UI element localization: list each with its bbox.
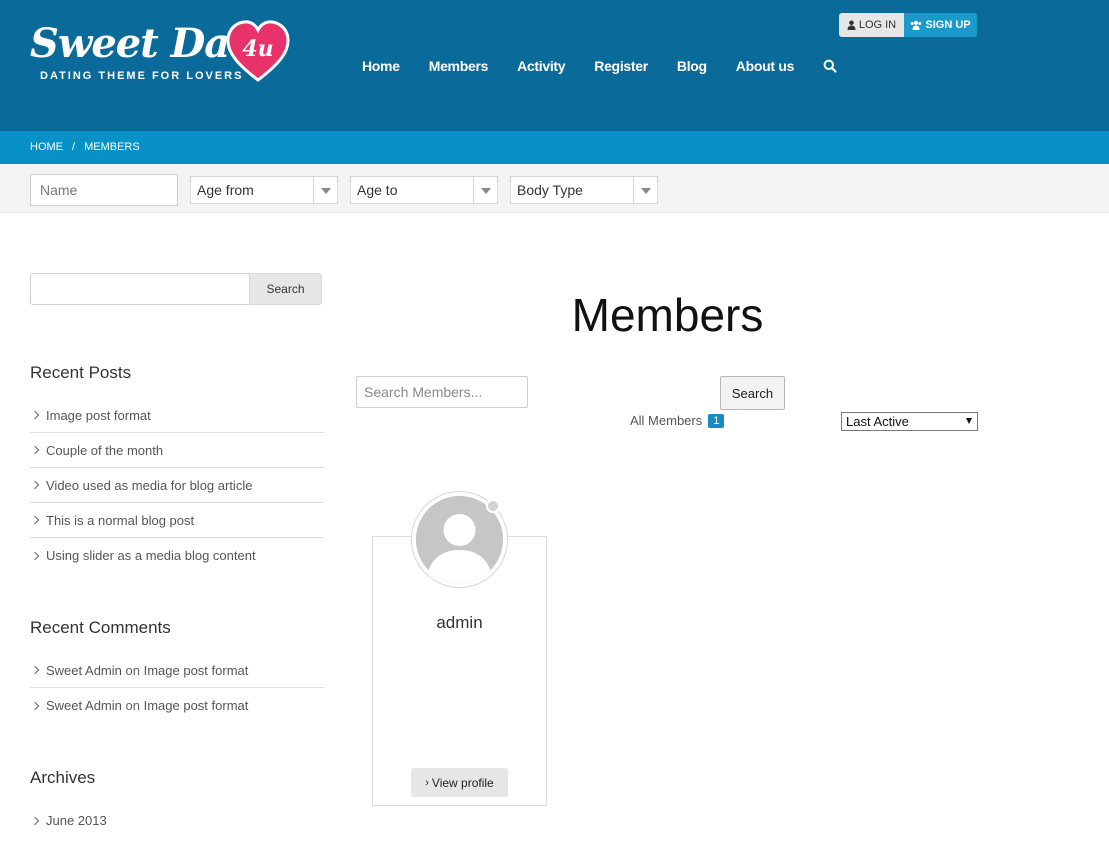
comment-post-link[interactable]: Image post format bbox=[144, 698, 249, 713]
signup-label: SIGN UP bbox=[925, 19, 971, 31]
chevron-right-icon bbox=[30, 701, 40, 710]
list-item[interactable]: Couple of the month bbox=[30, 433, 324, 468]
member-filter-bar: Name Age from Age to Body Type bbox=[0, 164, 1109, 213]
page-title: Members bbox=[571, 289, 764, 341]
recent-posts-title: Recent Posts bbox=[30, 363, 132, 382]
post-link[interactable]: This is a normal blog post bbox=[46, 513, 194, 528]
members-search-input[interactable]: Search Members... bbox=[356, 376, 528, 408]
post-link[interactable]: Couple of the month bbox=[46, 443, 163, 458]
breadcrumb-current: MEMBERS bbox=[84, 141, 140, 153]
list-item[interactable]: This is a normal blog post bbox=[30, 503, 324, 538]
members-search-button[interactable]: Search bbox=[720, 376, 785, 410]
recent-comments-title: Recent Comments bbox=[30, 618, 171, 637]
list-item[interactable]: Image post format bbox=[30, 398, 324, 433]
chevron-right-icon bbox=[30, 445, 40, 455]
member-count-badge: 1 bbox=[708, 413, 725, 428]
list-item: Sweet Admin on Image post format bbox=[30, 688, 324, 723]
nav-register[interactable]: Register bbox=[594, 58, 648, 74]
chevron-down-icon bbox=[633, 177, 657, 203]
list-item[interactable]: Video used as media for blog article bbox=[30, 468, 324, 503]
age-to-label: Age to bbox=[357, 182, 398, 198]
chevron-right-icon bbox=[30, 551, 40, 560]
body-type-select[interactable]: Body Type bbox=[510, 176, 658, 204]
logo-tagline: DATING THEME FOR LOVERS bbox=[40, 70, 244, 82]
chevron-down-icon bbox=[473, 177, 497, 203]
archive-link[interactable]: June 2013 bbox=[46, 813, 107, 828]
breadcrumb-home[interactable]: HOME bbox=[30, 141, 63, 153]
comment-post-link[interactable]: Image post format bbox=[144, 663, 249, 678]
search-icon[interactable] bbox=[823, 59, 837, 73]
list-item[interactable]: Using slider as a media blog content bbox=[30, 538, 324, 573]
chevron-down-icon bbox=[313, 177, 337, 203]
all-members-label: All Members bbox=[630, 413, 703, 428]
chevron-right-icon bbox=[30, 410, 40, 420]
comment-on: on bbox=[125, 662, 140, 678]
chevron-right-icon bbox=[30, 480, 40, 490]
login-button[interactable]: LOG IN bbox=[839, 13, 904, 37]
age-from-select[interactable]: Age from bbox=[190, 176, 338, 204]
comment-author[interactable]: Sweet Admin bbox=[46, 698, 122, 713]
name-filter-input[interactable]: Name bbox=[30, 174, 178, 206]
chevron-right-icon bbox=[30, 816, 40, 825]
view-profile-label: View profile bbox=[431, 775, 494, 790]
recent-comments-list: Sweet Admin on Image post format Sweet A… bbox=[30, 653, 324, 723]
logo-badge-text: 4u bbox=[242, 36, 273, 62]
sidebar-search-input[interactable] bbox=[30, 273, 250, 305]
login-label: LOG IN bbox=[858, 19, 897, 31]
order-by-select[interactable]: Last Active bbox=[841, 412, 978, 431]
comment-author[interactable]: Sweet Admin bbox=[46, 663, 122, 678]
post-link[interactable]: Video used as media for blog article bbox=[46, 478, 252, 493]
nav-activity[interactable]: Activity bbox=[517, 58, 565, 74]
member-name[interactable]: admin bbox=[372, 613, 547, 633]
recent-posts-list: Image post format Couple of the month Vi… bbox=[30, 398, 324, 573]
all-members-tab[interactable]: All Members 1 bbox=[630, 413, 725, 428]
body-type-label: Body Type bbox=[517, 182, 583, 198]
list-item: Sweet Admin on Image post format bbox=[30, 653, 324, 688]
post-link[interactable]: Image post format bbox=[46, 408, 151, 423]
users-icon bbox=[911, 20, 922, 30]
site-logo[interactable]: Sweet Date 4u DATING THEME FOR LOVERS bbox=[30, 18, 300, 88]
comment-on: on bbox=[125, 698, 140, 713]
status-indicator-icon bbox=[486, 499, 500, 513]
archives-title: Archives bbox=[30, 768, 96, 787]
breadcrumb: HOME / MEMBERS bbox=[30, 141, 149, 153]
breadcrumb-bar: HOME / MEMBERS bbox=[0, 131, 1109, 164]
nav-about-us[interactable]: About us bbox=[736, 58, 795, 74]
site-header: Sweet Date 4u DATING THEME FOR LOVERS LO… bbox=[0, 0, 1109, 131]
signup-button[interactable]: SIGN UP bbox=[904, 13, 977, 37]
order-by-value: Last Active bbox=[846, 414, 909, 429]
breadcrumb-separator: / bbox=[72, 141, 76, 153]
main-nav: Home Members Activity Register Blog Abou… bbox=[362, 58, 837, 74]
chevron-right-icon bbox=[30, 665, 40, 675]
chevron-right-icon bbox=[30, 515, 40, 525]
user-icon bbox=[847, 20, 856, 30]
auth-buttons: LOG IN SIGN UP bbox=[839, 13, 977, 37]
nav-blog[interactable]: Blog bbox=[677, 58, 707, 74]
nav-home[interactable]: Home bbox=[362, 58, 400, 74]
chevron-right-icon: › bbox=[425, 776, 429, 789]
dropdown-arrow-icon bbox=[966, 418, 972, 424]
list-item[interactable]: June 2013 bbox=[30, 803, 324, 838]
post-link[interactable]: Using slider as a media blog content bbox=[46, 548, 256, 563]
age-to-select[interactable]: Age to bbox=[350, 176, 498, 204]
view-profile-button[interactable]: › View profile bbox=[411, 768, 508, 797]
nav-members[interactable]: Members bbox=[429, 58, 489, 74]
age-from-label: Age from bbox=[197, 182, 254, 198]
archives-list: June 2013 bbox=[30, 803, 324, 838]
sidebar-search-button[interactable]: Search bbox=[249, 273, 322, 305]
